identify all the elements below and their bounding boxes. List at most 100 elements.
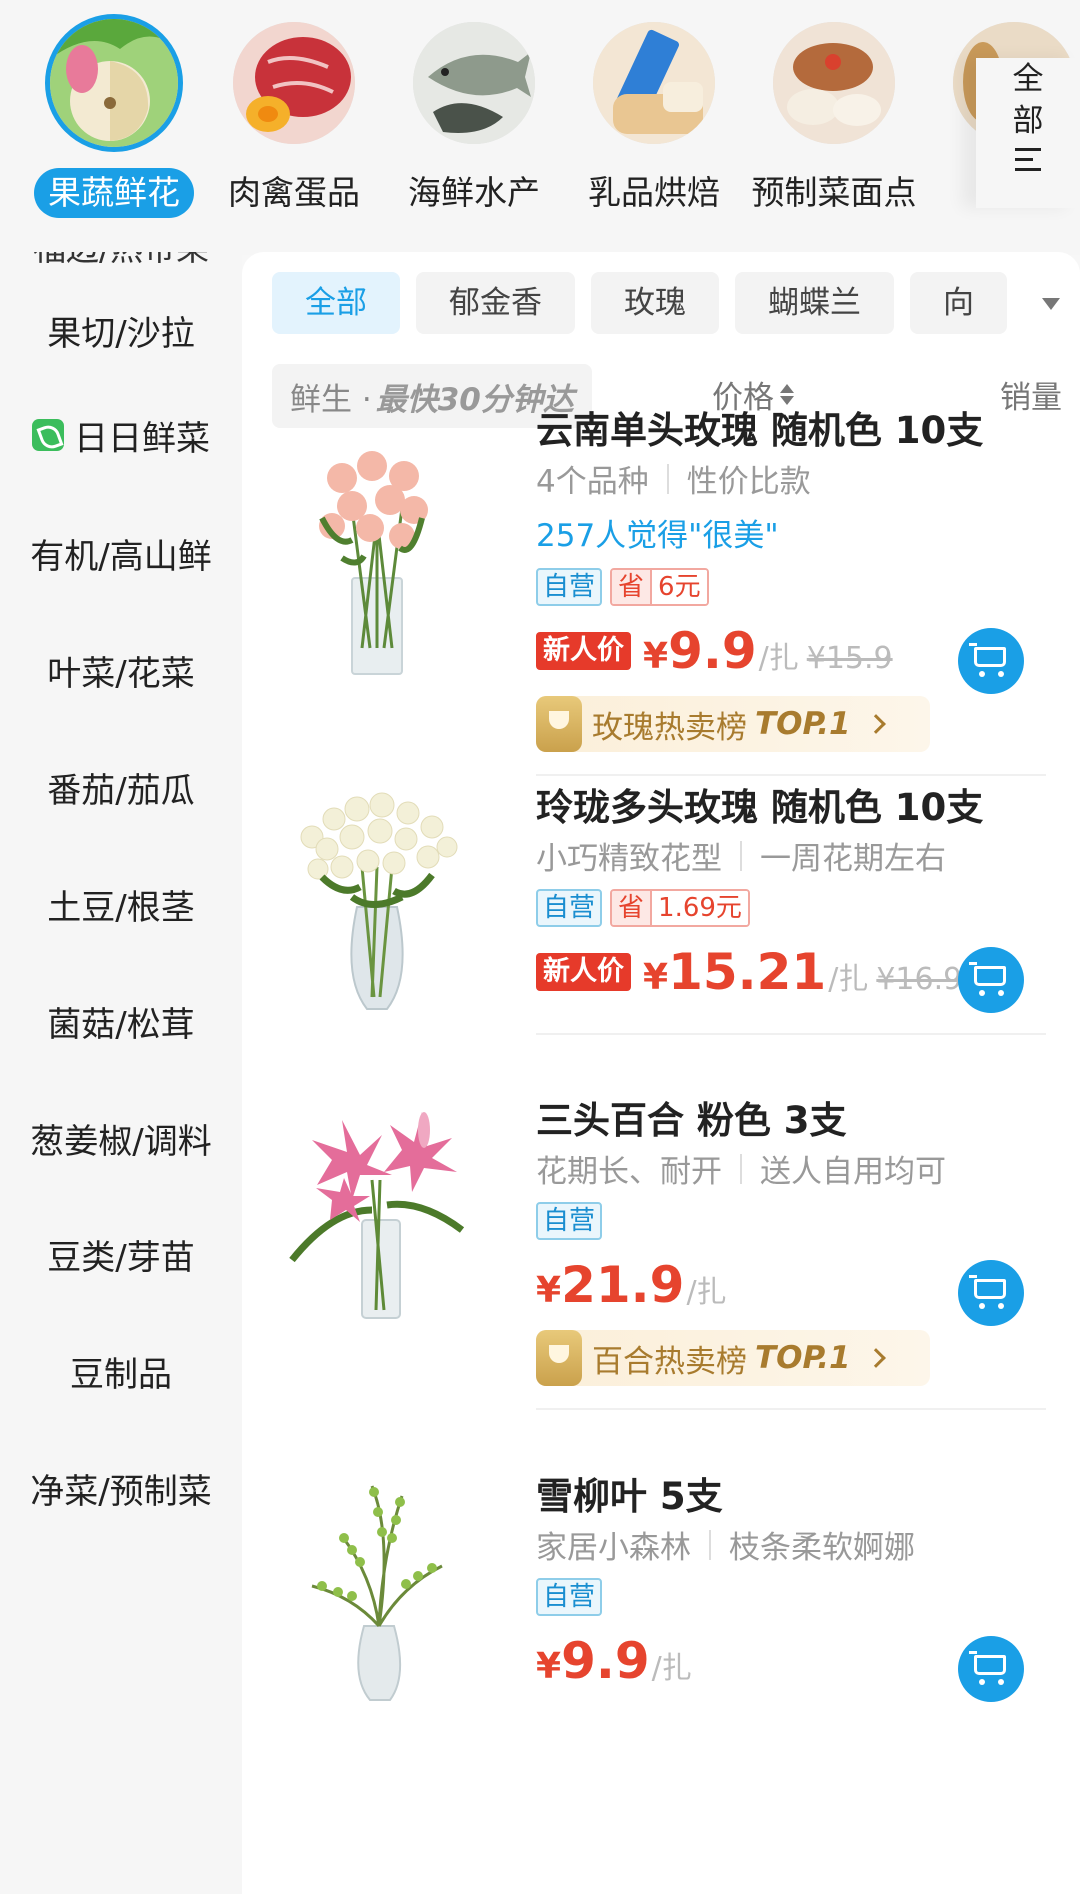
sidebar-item-tofu[interactable]: 豆制品 xyxy=(0,1331,242,1411)
price-unit: /扎 xyxy=(686,1275,727,1310)
sidebar-item-mushroom[interactable]: 菌菇/松茸 xyxy=(0,981,242,1061)
add-to-cart-button[interactable] xyxy=(958,1260,1024,1326)
chevron-right-icon xyxy=(865,1348,886,1368)
self-operated-tag: 自营 xyxy=(536,568,603,606)
category-dairy[interactable]: 乳品烘焙 xyxy=(564,22,744,218)
price: ¥15.21 xyxy=(643,943,827,1001)
price-row: ¥9.9 /扎 xyxy=(536,1632,692,1690)
product-sub-1: 家居小森林 xyxy=(536,1530,691,1566)
product-title: 雪柳叶 5支 xyxy=(536,1475,723,1518)
sidebar-item-beans[interactable]: 豆类/芽苗 xyxy=(0,1214,242,1294)
sidebar-item-label: 葱姜椒/调料 xyxy=(30,1121,212,1162)
save-tag: 省 1.69元 xyxy=(610,889,750,927)
divider xyxy=(536,1033,1046,1035)
sidebar-item-prepared-veg[interactable]: 净菜/预制菜 xyxy=(0,1448,242,1528)
sidebar-item-daily-veg[interactable]: 日日鲜菜 xyxy=(0,395,242,475)
delivery-prefix: 鲜生 · xyxy=(290,381,372,418)
price: ¥9.9 xyxy=(536,1632,650,1690)
add-to-cart-button[interactable] xyxy=(958,1636,1024,1702)
sidebar-item-organic[interactable]: 有机/高山鲜 xyxy=(0,513,242,593)
rank-text: 玫瑰热卖榜 xyxy=(592,709,747,746)
product-subtitle: 花期长、耐开 送人自用均可 xyxy=(536,1146,946,1191)
product-subtitle: 4个品种 性价比款 xyxy=(536,456,811,501)
sidebar-item-fruit-cut[interactable]: 果切/沙拉 xyxy=(0,290,242,370)
menu-icon xyxy=(1015,148,1041,178)
category-label: 肉禽蛋品 xyxy=(228,173,360,212)
sort-sales-button[interactable]: 销量 xyxy=(1000,372,1062,417)
original-price: ¥16.9 xyxy=(876,962,963,997)
hot-rank-banner[interactable]: 百合热卖榜 TOP.1 xyxy=(536,1330,930,1386)
sidebar-item-seasoning[interactable]: 葱姜椒/调料 xyxy=(0,1098,242,1178)
add-to-cart-button[interactable] xyxy=(958,628,1024,694)
sidebar-item-label: 有机/高山鲜 xyxy=(30,536,212,577)
product-title: 玲珑多头玫瑰 随机色 10支 xyxy=(536,786,984,829)
price-unit: /扎 xyxy=(758,641,799,676)
expand-chips-icon[interactable] xyxy=(1042,298,1060,310)
sidebar-item-label: 日日鲜菜 xyxy=(74,418,210,459)
rank-text: 百合热卖榜 xyxy=(592,1343,747,1380)
category-label: 果蔬鲜花 xyxy=(34,168,194,218)
product-tags: 自营 省 6元 xyxy=(536,568,709,606)
product-sub-1: 4个品种 xyxy=(536,464,649,500)
trophy-icon xyxy=(536,1330,582,1386)
category-strip: 果蔬鲜花 肉禽蛋品 海鲜水产 乳品烘焙 预制菜面点 全 部 xyxy=(0,0,1080,255)
sidebar-item-partial[interactable]: 福边/热带果 xyxy=(0,252,242,270)
product-tags: 自营 xyxy=(536,1578,610,1616)
price-row: 新人价 ¥9.9 /扎 ¥15.9 xyxy=(536,622,893,680)
willow-branches-image xyxy=(311,1485,443,1701)
sidebar-item-label: 菌菇/松茸 xyxy=(47,1004,195,1045)
product-sub-1: 花期长、耐开 xyxy=(536,1154,722,1190)
product-subtitle: 小巧精致花型 一周花期左右 xyxy=(536,833,946,878)
price-unit: /扎 xyxy=(828,962,869,997)
sidebar-item-tomato[interactable]: 番茄/茄瓜 xyxy=(0,747,242,827)
sidebar-item-label: 净菜/预制菜 xyxy=(30,1471,212,1512)
category-seafood[interactable]: 海鲜水产 xyxy=(384,22,564,218)
sidebar-item-label: 土豆/根茎 xyxy=(47,887,195,928)
price: ¥9.9 xyxy=(643,622,757,680)
category-prepared[interactable]: 预制菜面点 xyxy=(744,22,924,218)
meat-icon xyxy=(233,22,355,144)
sidebar-item-label: 豆类/芽苗 xyxy=(47,1237,195,1278)
dairy-icon xyxy=(593,22,715,144)
price-row: ¥21.9 /扎 xyxy=(536,1256,727,1314)
sidebar-item-label: 豆制品 xyxy=(70,1354,172,1395)
sidebar-item-potato[interactable]: 土豆/根茎 xyxy=(0,864,242,944)
divider xyxy=(536,1408,1046,1410)
add-to-cart-button[interactable] xyxy=(958,947,1024,1013)
product-tags: 自营 xyxy=(536,1202,610,1240)
subcategory-sidebar: 福边/热带果 果切/沙拉 日日鲜菜 有机/高山鲜 叶菜/花菜 番茄/茄瓜 土豆/… xyxy=(0,252,242,1894)
fruit-veg-icon xyxy=(45,14,183,152)
self-operated-tag: 自营 xyxy=(536,1578,603,1616)
product-sub-1: 小巧精致花型 xyxy=(536,841,722,877)
chip-all[interactable]: 全部 xyxy=(272,272,400,334)
category-fruit-veg[interactable]: 果蔬鲜花 xyxy=(24,14,204,218)
price: ¥21.9 xyxy=(536,1256,685,1314)
chevron-right-icon xyxy=(865,714,886,734)
all-categories-button[interactable]: 全 部 xyxy=(976,58,1080,208)
chip-orchid[interactable]: 蝴蝶兰 xyxy=(735,272,894,334)
product-sub-2: 性价比款 xyxy=(686,464,811,500)
category-label: 乳品烘焙 xyxy=(588,173,720,212)
category-label: 海鲜水产 xyxy=(408,173,540,212)
pink-lilies-image xyxy=(289,1112,465,1319)
pink-roses-vase-image xyxy=(319,451,428,675)
sidebar-item-leafy[interactable]: 叶菜/花菜 xyxy=(0,630,242,710)
hot-rank-banner[interactable]: 玫瑰热卖榜 TOP.1 xyxy=(536,696,930,752)
rank-top: TOP.1 xyxy=(755,1340,851,1376)
leaf-badge-icon xyxy=(32,419,64,451)
sidebar-item-label: 叶菜/花菜 xyxy=(47,653,195,694)
divider xyxy=(536,774,1046,776)
white-spray-roses-image xyxy=(300,792,458,1010)
newbie-price-badge: 新人价 xyxy=(536,953,631,991)
product-tags: 自营 省 1.69元 xyxy=(536,889,750,927)
chip-rose[interactable]: 玫瑰 xyxy=(591,272,719,334)
self-operated-tag: 自营 xyxy=(536,1202,603,1240)
category-meat-egg[interactable]: 肉禽蛋品 xyxy=(204,22,384,218)
product-sub-2: 枝条柔软婀娜 xyxy=(729,1530,915,1566)
chip-tulip[interactable]: 郁金香 xyxy=(416,272,575,334)
price-unit: /扎 xyxy=(651,1651,692,1686)
filter-chips: 全部 郁金香 玫瑰 蝴蝶兰 向 xyxy=(272,272,1023,334)
seafood-icon xyxy=(413,22,535,144)
self-operated-tag: 自营 xyxy=(536,889,603,927)
chip-sunflower[interactable]: 向 xyxy=(910,272,1007,334)
